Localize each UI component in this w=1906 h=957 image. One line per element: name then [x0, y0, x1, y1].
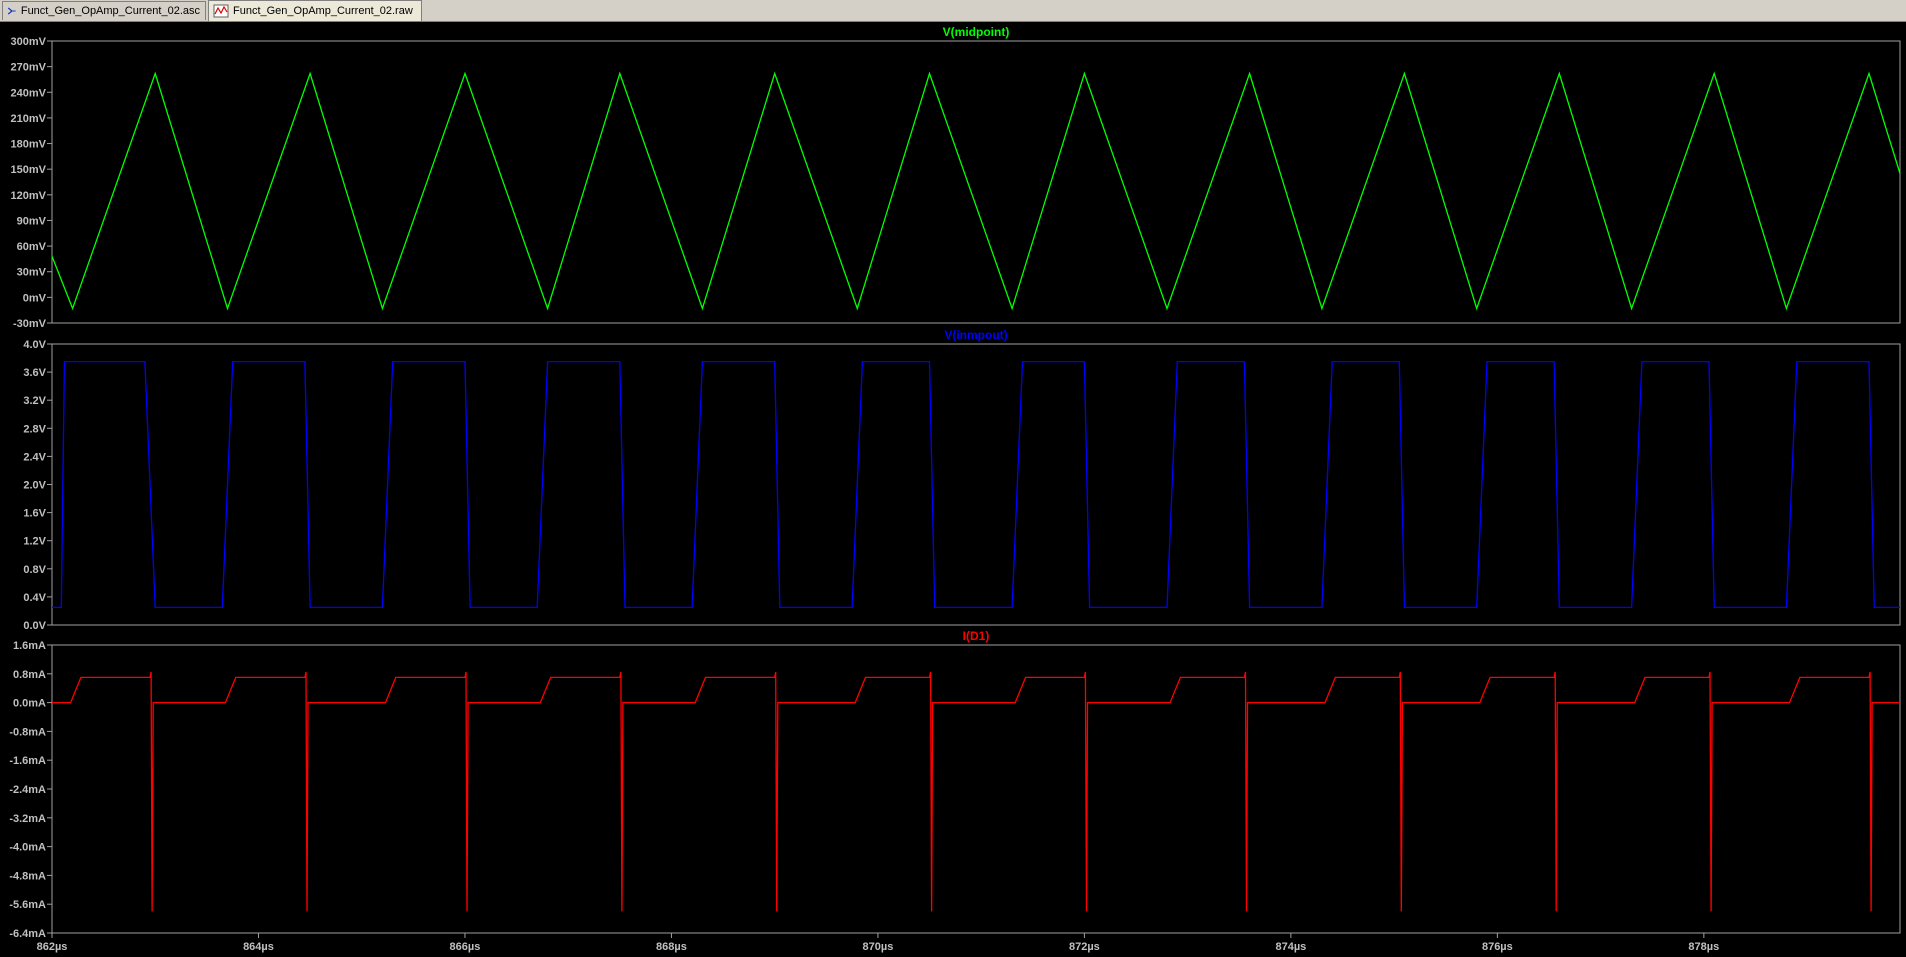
x-tick-label: 878µs [1688, 941, 1719, 953]
trace-0-line [51, 71, 1901, 311]
trace-2-line [52, 671, 1900, 912]
y-tick-label: 0.0mA [13, 698, 46, 710]
plot-frame [51, 343, 1901, 626]
y-tick-label: 1.6V [23, 508, 46, 520]
x-tick-label: 862µs [37, 941, 68, 953]
y-tick-label: 2.0V [23, 480, 46, 492]
x-tick-label: 870µs [863, 941, 894, 953]
y-tick-label: 2.4V [23, 451, 46, 463]
x-tick-label: 864µs [243, 941, 274, 953]
pane-0: V(midpoint) 300mV 270mV 240mV 210mV 180mV 150m… [11, 25, 1901, 330]
y-tick-label: 120mV [11, 190, 47, 202]
tab-waveform-label: Funct_Gen_OpAmp_Current_02.raw [233, 5, 413, 17]
y-tick-label: -30mV [13, 318, 47, 330]
pane-2: I(D1) 1.6mA 0.8mA 0.0mA -0.8mA -1.6mA -2.4mA -3… [9, 629, 1901, 940]
trace-title[interactable]: V(inmpout) [944, 328, 1007, 342]
trace-title[interactable]: V(midpoint) [943, 25, 1010, 39]
trace-title[interactable]: I(D1) [963, 629, 990, 643]
x-tick-label: 874µs [1275, 941, 1306, 953]
y-tick-label: 3.6V [23, 367, 46, 379]
y-tick-label: -3.2mA [9, 813, 46, 825]
y-tick-label: -0.8mA [9, 726, 46, 738]
y-tick-label: 150mV [11, 164, 47, 176]
y-tick-label: 1.2V [23, 536, 46, 548]
x-tick-label: 876µs [1482, 941, 1513, 953]
schematic-icon [7, 7, 16, 15]
y-tick-label: 180mV [11, 139, 47, 151]
waveform-viewer[interactable]: V(midpoint) 300mV 270mV 240mV 210mV 180mV 150m… [0, 21, 1906, 957]
tab-bar: Funct_Gen_OpAmp_Current_02.asc Funct_Gen… [0, 0, 1906, 22]
y-tick-label: 1.6mA [13, 640, 46, 652]
y-tick-label: 300mV [11, 36, 47, 48]
y-tick-label: 2.8V [23, 423, 46, 435]
y-tick-label: 0.8V [23, 564, 46, 576]
trace-1-line [52, 360, 1900, 609]
waveform-icon [213, 4, 229, 18]
tab-schematic[interactable]: Funct_Gen_OpAmp_Current_02.asc [2, 1, 206, 20]
y-tick-label: 270mV [11, 62, 47, 74]
tab-schematic-label: Funct_Gen_OpAmp_Current_02.asc [20, 5, 200, 17]
y-tick-label: 90mV [17, 215, 47, 227]
y-tick-label: 60mV [17, 241, 47, 253]
x-tick-label: 868µs [656, 941, 687, 953]
y-tick-label: 0.8mA [13, 669, 46, 681]
pane-1: V(inmpout) 4.0V 3.6V 3.2V 2.8V 2.4V 2.0V 1.6V 1.… [23, 328, 1901, 632]
y-tick-label: 210mV [11, 113, 47, 125]
y-tick-label: -6.4mA [9, 928, 46, 940]
y-tick-label: -4.0mA [9, 842, 46, 854]
x-tick-label: 866µs [450, 941, 481, 953]
y-tick-label: -5.6mA [9, 899, 46, 911]
x-tick-label: 872µs [1069, 941, 1100, 953]
y-tick-label: 0.4V [23, 592, 46, 604]
y-tick-label: -2.4mA [9, 784, 46, 796]
y-tick-label: -1.6mA [9, 755, 46, 767]
y-tick-label: 0.0V [23, 620, 46, 632]
time-axis: 862µs 864µs 866µs 868µs 870µs 872µs 874µs 876µs… [37, 933, 1719, 953]
y-tick-label: 0mV [23, 292, 47, 304]
y-tick-label: 30mV [17, 267, 47, 279]
plot-frame [51, 644, 1901, 934]
y-tick-label: 3.2V [23, 395, 46, 407]
tab-waveform[interactable]: Funct_Gen_OpAmp_Current_02.raw [208, 0, 422, 21]
y-tick-label: 4.0V [23, 339, 46, 351]
y-tick-label: 240mV [11, 87, 47, 99]
y-tick-label: -4.8mA [9, 870, 46, 882]
